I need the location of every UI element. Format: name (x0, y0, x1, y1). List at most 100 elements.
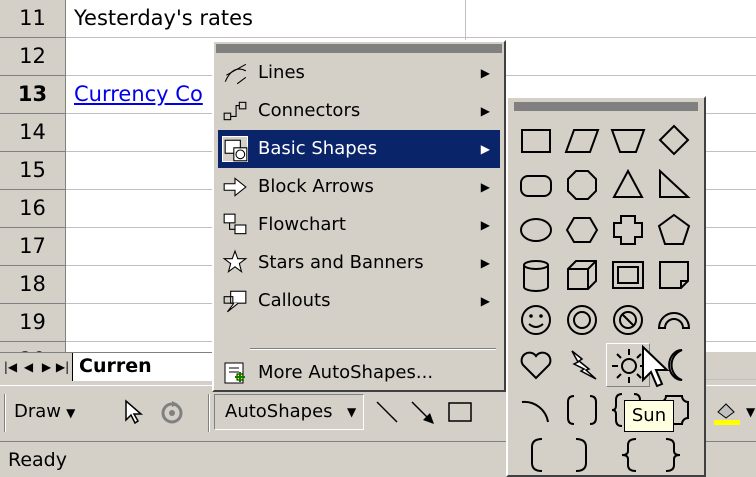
folded-corner-shape-icon[interactable] (652, 253, 696, 297)
menu-item-callouts[interactable]: Callouts ▶ (218, 282, 500, 320)
callouts-icon (222, 288, 248, 314)
triangle-shape-icon[interactable] (606, 163, 650, 207)
basic-shapes-icon (222, 136, 248, 162)
hexagon-shape-icon[interactable] (560, 208, 604, 252)
sheet-tab[interactable]: Curren (72, 353, 222, 381)
cell-text: Yesterday's rates (74, 6, 253, 30)
cell-row-11[interactable]: Yesterday's rates (66, 0, 756, 38)
flowchart-icon (222, 212, 248, 238)
palette-drag-handle[interactable] (514, 102, 698, 111)
submenu-arrow-icon: ▶ (480, 104, 490, 118)
left-brace-shape-icon[interactable] (606, 433, 650, 477)
menu-drag-handle[interactable] (216, 44, 502, 53)
block-arc-shape-icon[interactable] (652, 298, 696, 342)
menu-item-label: Basic Shapes (258, 138, 378, 159)
fill-color-icon[interactable]: ▼ (712, 398, 756, 426)
trapezoid-shape-icon[interactable] (606, 118, 650, 162)
first-sheet-button[interactable]: |◀ (2, 356, 19, 378)
menu-item-block-arrows[interactable]: Block Arrows ▶ (218, 168, 500, 206)
block-arrows-icon (222, 174, 248, 200)
cell-text (66, 272, 74, 296)
menu-item-stars-and-banners[interactable]: Stars and Banners ▶ (218, 244, 500, 282)
diamond-shape-icon[interactable] (652, 118, 696, 162)
row-header-12[interactable]: 12 (0, 38, 66, 76)
pentagon-shape-icon[interactable] (652, 208, 696, 252)
menu-item-connectors[interactable]: Connectors ▶ (218, 92, 500, 130)
next-sheet-button[interactable]: ▶ (38, 356, 55, 378)
dropdown-arrow-icon: ▼ (66, 406, 76, 420)
rounded-rectangle-shape-icon[interactable] (514, 163, 558, 207)
row-header-18[interactable]: 18 (0, 266, 66, 304)
oval-shape-icon[interactable] (514, 208, 558, 252)
row-header-17[interactable]: 17 (0, 228, 66, 266)
bevel-shape-icon[interactable] (606, 253, 650, 297)
double-bracket-shape-icon[interactable] (560, 388, 604, 432)
right-triangle-shape-icon[interactable] (652, 163, 696, 207)
menu-item-label: Block Arrows (258, 176, 374, 197)
stars-banners-icon (222, 249, 248, 276)
menu-separator (250, 348, 496, 350)
menu-item-label: Flowchart (258, 214, 346, 235)
menu-item-lines[interactable]: Lines ▶ (218, 54, 500, 92)
last-sheet-button[interactable]: ▶| (54, 356, 71, 378)
line-tool-icon[interactable] (372, 398, 402, 426)
submenu-arrow-icon: ▶ (480, 142, 490, 156)
right-bracket-shape-icon[interactable] (560, 433, 604, 477)
submenu-arrow-icon: ▶ (480, 180, 490, 194)
sheet-tab-bar: |◀ ◀ ▶ ▶| Curren (0, 352, 222, 382)
menu-item-more-autoshapes[interactable]: More AutoShapes... (218, 354, 500, 392)
menu-item-basic-shapes[interactable]: Basic Shapes ▶ (218, 130, 500, 168)
menu-item-label: Lines (258, 62, 305, 83)
cell-text (66, 234, 74, 258)
can-shape-icon[interactable] (514, 253, 558, 297)
status-text: Ready (8, 449, 67, 471)
arc-shape-icon[interactable] (514, 388, 558, 432)
select-objects-icon[interactable] (120, 398, 146, 426)
cell-text (66, 158, 74, 182)
prev-sheet-button[interactable]: ◀ (20, 356, 37, 378)
menu-item-label: Stars and Banners (258, 252, 424, 273)
connectors-icon (222, 98, 248, 124)
row-header-15[interactable]: 15 (0, 152, 66, 190)
submenu-arrow-icon: ▶ (480, 256, 490, 270)
row-header-16[interactable]: 16 (0, 190, 66, 228)
left-bracket-shape-icon[interactable] (514, 433, 558, 477)
right-brace-shape-icon[interactable] (652, 433, 696, 477)
cross-shape-icon[interactable] (606, 208, 650, 252)
donut-shape-icon[interactable] (560, 298, 604, 342)
mouse-cursor-icon (640, 344, 670, 388)
row-header-19[interactable]: 19 (0, 304, 66, 342)
basic-shapes-palette (506, 96, 706, 477)
autoshapes-menu-button[interactable]: AutoShapes ▼ (214, 394, 364, 430)
draw-label: Draw (14, 401, 62, 422)
row-header-11[interactable]: 11 (0, 0, 66, 38)
row-header-14[interactable]: 14 (0, 114, 66, 152)
heart-shape-icon[interactable] (514, 343, 558, 387)
smiley-face-shape-icon[interactable] (514, 298, 558, 342)
octagon-shape-icon[interactable] (560, 163, 604, 207)
no-symbol-shape-icon[interactable] (606, 298, 650, 342)
row-header-13[interactable]: 13 (0, 76, 66, 114)
rectangle-shape-icon[interactable] (514, 118, 558, 162)
arrow-tool-icon[interactable] (408, 398, 438, 426)
rectangle-tool-icon[interactable] (446, 398, 476, 426)
toolbar-separator (208, 394, 210, 432)
submenu-arrow-icon: ▶ (480, 294, 490, 308)
menu-item-label: More AutoShapes... (258, 362, 434, 383)
lightning-bolt-shape-icon[interactable] (560, 343, 604, 387)
draw-menu-button[interactable]: Draw ▼ (14, 400, 75, 425)
free-rotate-icon[interactable] (158, 398, 186, 426)
cell-text (66, 196, 74, 220)
more-autoshapes-icon (222, 360, 248, 386)
dropdown-arrow-icon: ▼ (347, 405, 357, 419)
toolbar-grip (4, 394, 6, 432)
submenu-arrow-icon: ▶ (480, 66, 490, 80)
menu-item-label: Callouts (258, 290, 331, 311)
cube-shape-icon[interactable] (560, 253, 604, 297)
lines-icon (222, 60, 248, 86)
hyperlink-cell[interactable]: Currency Co (66, 82, 203, 106)
menu-item-flowchart[interactable]: Flowchart ▶ (218, 206, 500, 244)
parallelogram-shape-icon[interactable] (560, 118, 604, 162)
cell-text (66, 44, 74, 68)
cell-text (66, 120, 74, 144)
